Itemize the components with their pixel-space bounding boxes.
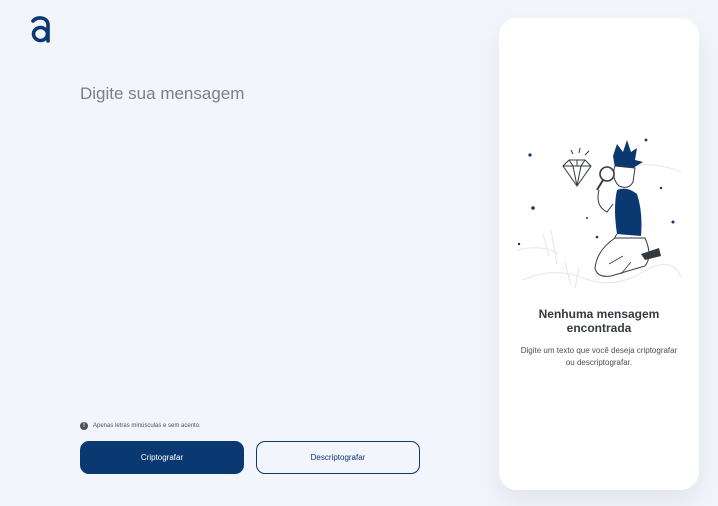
info-icon: ! (80, 422, 88, 430)
empty-state-description: Digite um texto que você deseja criptogr… (520, 346, 678, 367)
output-panel: Nenhuma mensagem encontrada Digite um te… (499, 18, 699, 490)
decrypt-button[interactable]: Descriptografar (256, 441, 420, 474)
alura-logo-icon[interactable] (28, 14, 54, 46)
message-input[interactable] (80, 84, 470, 384)
person-with-magnifying-glass-illustration (513, 138, 685, 298)
input-hint: ! Apenas letras minúsculas e sem acento. (80, 422, 201, 430)
hint-text: Apenas letras minúsculas e sem acento. (93, 423, 201, 429)
diamond-icon (562, 159, 592, 187)
encrypt-button[interactable]: Criptografar (80, 441, 244, 474)
empty-state-title: Nenhuma mensagem encontrada (538, 307, 660, 335)
